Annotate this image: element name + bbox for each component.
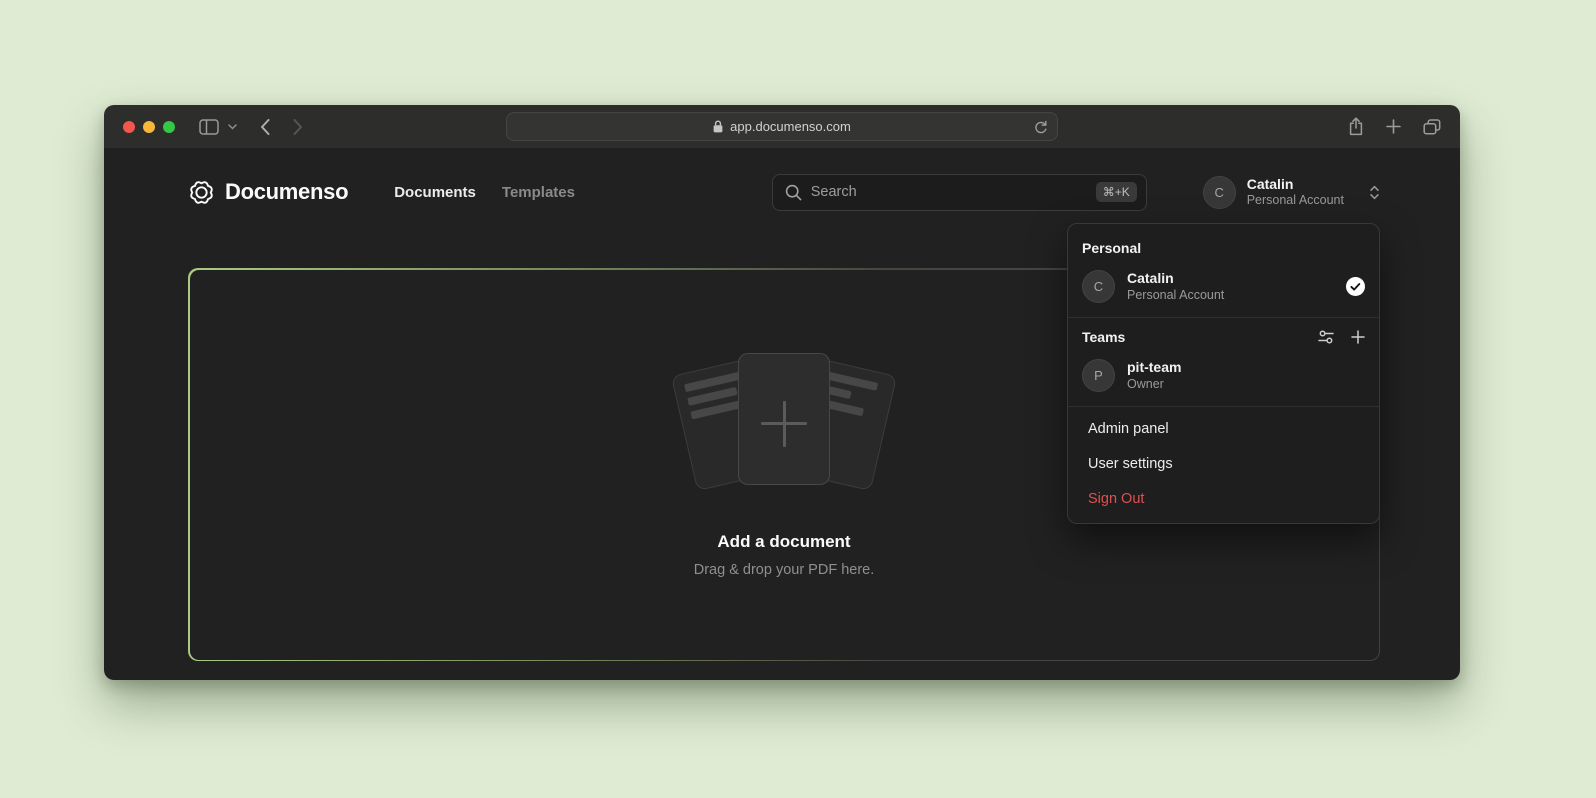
account-name: Catalin — [1247, 176, 1344, 193]
account-subtitle: Personal Account — [1247, 193, 1344, 208]
back-icon — [260, 119, 270, 135]
menu-item-sign-out[interactable]: Sign Out — [1068, 482, 1379, 517]
address-bar[interactable]: app.documenso.com — [506, 112, 1058, 141]
menu-item-admin-panel[interactable]: Admin panel — [1068, 412, 1379, 447]
team-item[interactable]: P pit-team Owner — [1068, 352, 1379, 404]
tab-overview-button[interactable] — [1423, 119, 1441, 135]
sidebar-toggle-button[interactable] — [199, 119, 219, 135]
account-avatar: C — [1203, 176, 1236, 209]
search-box[interactable]: ⌘+K — [772, 174, 1147, 211]
close-window-button[interactable] — [123, 121, 135, 133]
chevron-down-icon — [228, 124, 237, 130]
back-button[interactable] — [260, 119, 270, 135]
address-bar-url: app.documenso.com — [730, 119, 851, 134]
tab-overview-icon — [1423, 119, 1441, 135]
account-menu-button[interactable]: C Catalin Personal Account — [1203, 176, 1380, 209]
new-tab-button[interactable] — [1386, 119, 1401, 134]
share-icon — [1348, 117, 1364, 136]
dropzone-title: Add a document — [717, 532, 850, 552]
sidebar-chevron-button[interactable] — [228, 124, 237, 130]
chevrons-up-down-icon — [1369, 184, 1380, 201]
brand-logo[interactable]: Documenso — [188, 179, 348, 206]
zoom-window-button[interactable] — [163, 121, 175, 133]
lock-icon — [713, 120, 723, 133]
plus-icon — [1386, 119, 1401, 134]
team-avatar: P — [1082, 359, 1115, 392]
account-dropdown-menu: Personal C Catalin Personal Account Team… — [1067, 223, 1380, 524]
teams-section-label: Teams — [1068, 320, 1379, 352]
personal-account-item[interactable]: C Catalin Personal Account — [1068, 263, 1379, 315]
team-preferences-button[interactable] — [1318, 329, 1334, 345]
forward-button[interactable] — [293, 119, 303, 135]
dropzone-subtitle: Drag & drop your PDF here. — [694, 562, 875, 578]
reload-button[interactable] — [1034, 120, 1048, 135]
brand-name: Documenso — [225, 179, 348, 205]
documenso-logo-icon — [188, 179, 215, 206]
add-plus-icon — [761, 401, 807, 447]
main-nav: Documents Templates — [394, 184, 575, 201]
divider — [1068, 406, 1379, 407]
sidebar-toggle-icon — [199, 119, 219, 135]
menu-item-user-settings[interactable]: User settings — [1068, 447, 1379, 482]
app-content: Documenso Documents Templates ⌘+K C — [104, 148, 1460, 680]
check-circle-icon — [1346, 277, 1365, 296]
forward-icon — [293, 119, 303, 135]
personal-section-label: Personal — [1068, 231, 1379, 263]
card-front-with-plus — [738, 353, 830, 485]
add-team-button[interactable] — [1351, 330, 1365, 344]
search-input[interactable] — [811, 184, 1087, 200]
browser-toolbar: app.documenso.com — [104, 105, 1460, 148]
search-shortcut-badge: ⌘+K — [1096, 182, 1137, 202]
share-button[interactable] — [1348, 117, 1364, 136]
nav-templates[interactable]: Templates — [502, 184, 575, 201]
personal-avatar: C — [1082, 270, 1115, 303]
browser-window: app.documenso.com — [104, 105, 1460, 680]
search-icon — [785, 184, 802, 201]
divider — [1068, 317, 1379, 318]
stacked-cards-illustration — [678, 352, 890, 498]
window-controls — [123, 121, 175, 133]
minimize-window-button[interactable] — [143, 121, 155, 133]
nav-documents[interactable]: Documents — [394, 184, 476, 201]
